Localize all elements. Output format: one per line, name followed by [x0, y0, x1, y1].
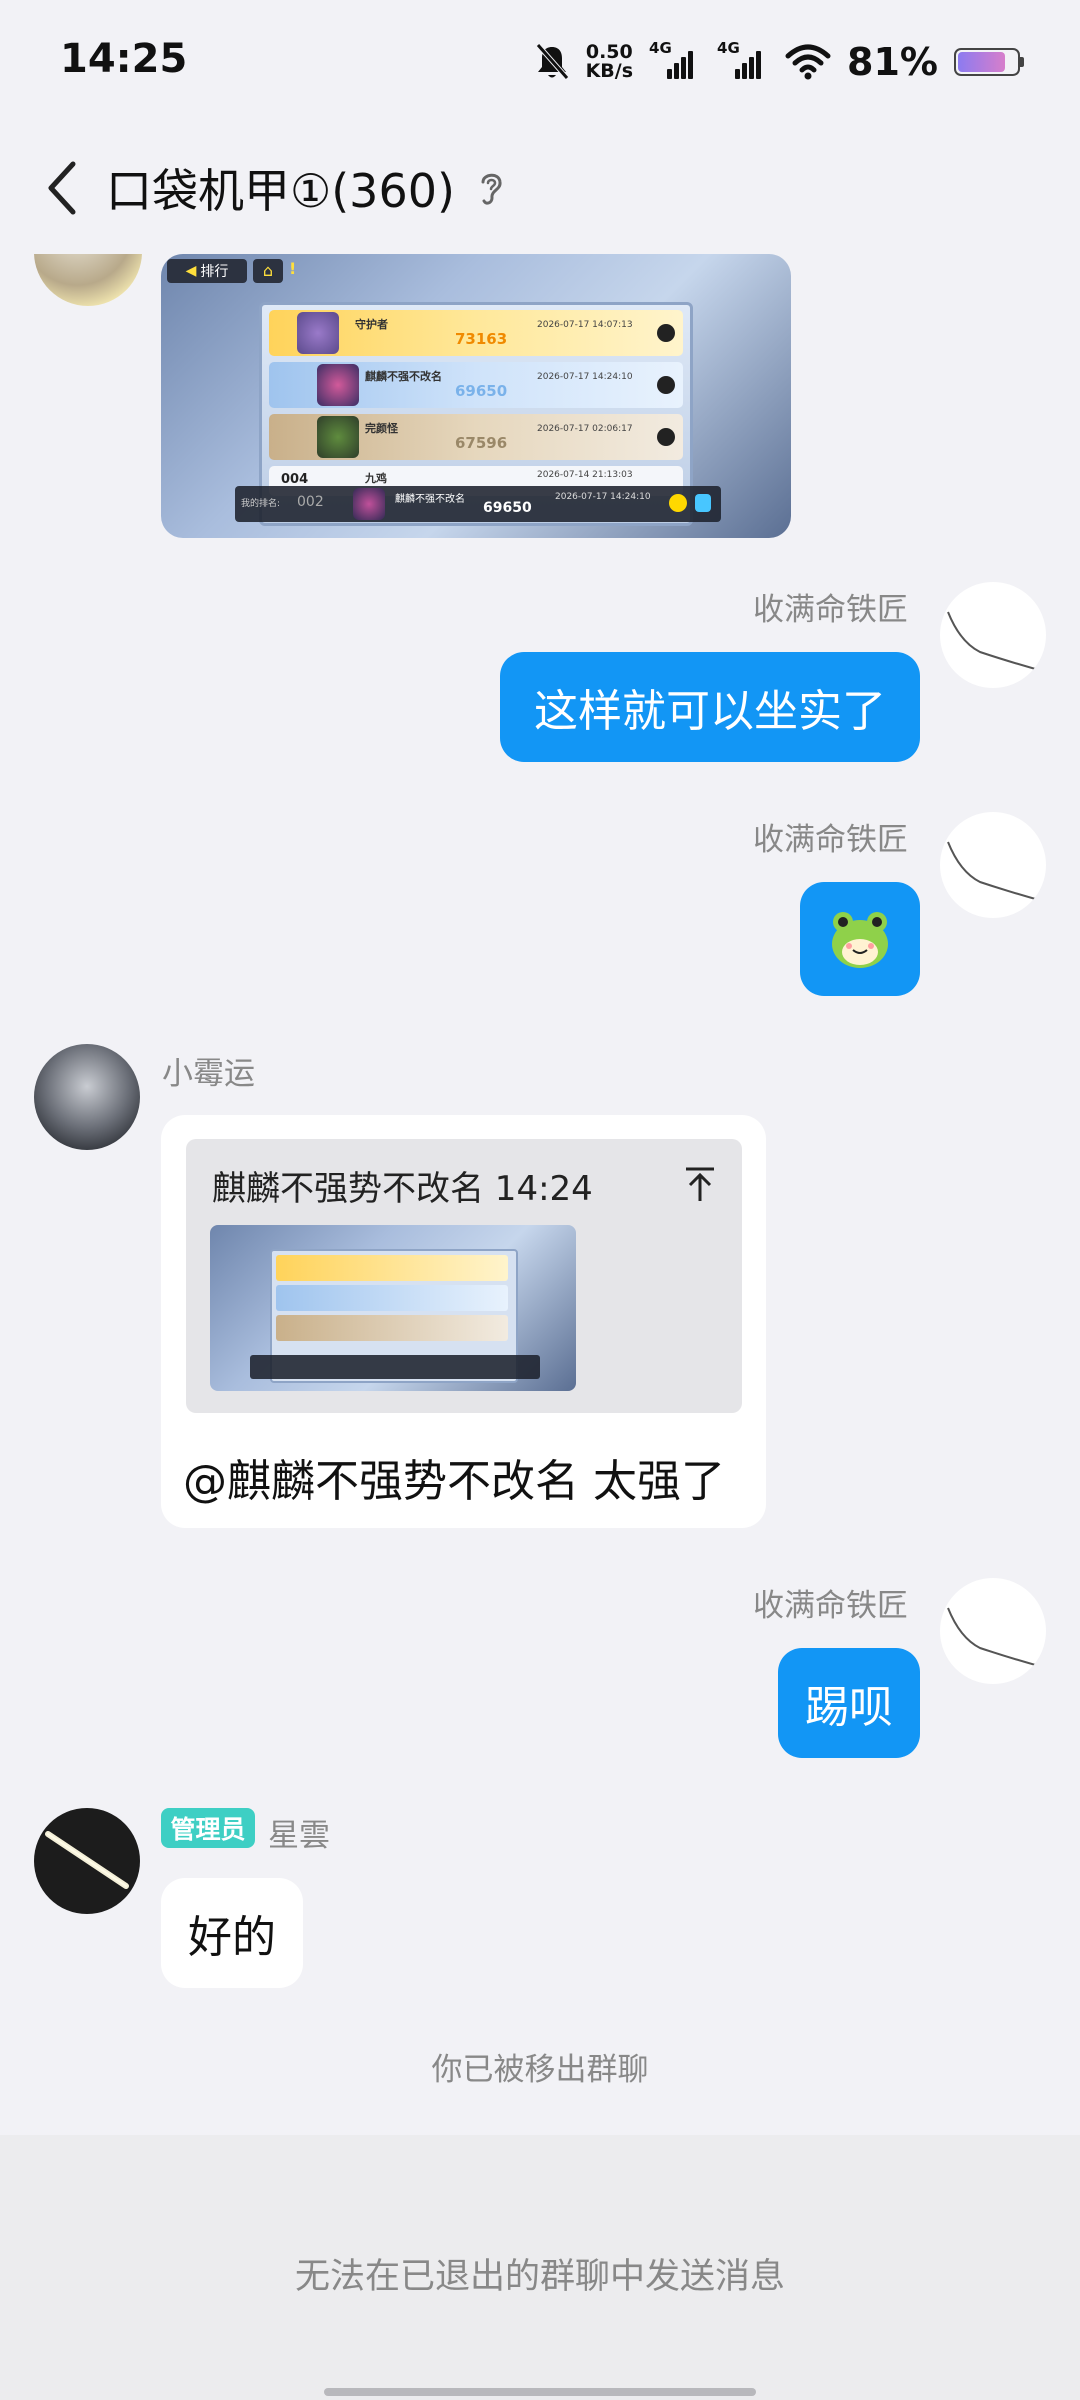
sender-name: 收满命铁匠: [753, 1588, 908, 1624]
sender-name: 收满命铁匠: [753, 822, 908, 858]
scribble-avatar-icon: [947, 1607, 1046, 1669]
quoted-message[interactable]: 麒麟不强势不改名 14:24: [186, 1139, 742, 1413]
game-my-rank-label: 我的排名:: [241, 499, 281, 509]
sticker-bubble[interactable]: [800, 882, 920, 996]
message-bubble[interactable]: 这样就可以坐实了: [500, 652, 920, 762]
game-row-1-name: 守护者: [355, 318, 388, 331]
game-my-rank: 002: [297, 494, 324, 510]
game-my-score: 69650: [483, 500, 532, 516]
net-speed-unit: KB/s: [585, 60, 634, 82]
status-icons: 0.50 KB/s 4G 4G 81%: [534, 39, 1024, 84]
game-my-date: 2026-07-17 14:24:10: [555, 492, 651, 502]
signal-1-label: 4G: [649, 39, 672, 57]
scribble-avatar-icon: [947, 611, 1046, 673]
game-row-3-date: 2026-07-17 02:06:17: [537, 424, 633, 434]
chat-header: 口袋机甲①(360): [0, 128, 1080, 248]
avatar-right[interactable]: [940, 812, 1046, 918]
game-row-4-name: 九鸡: [365, 472, 387, 485]
message-text: 好的: [188, 1912, 276, 1963]
admin-badge: 管理员: [161, 1808, 255, 1848]
signal-2: 4G: [717, 39, 769, 79]
game-alert-icon: !: [289, 259, 297, 278]
game-row-4-rank: 004: [281, 472, 309, 487]
signal-1: 4G: [649, 39, 701, 79]
home-indicator[interactable]: [324, 2388, 756, 2396]
ear-icon: [481, 173, 502, 205]
game-home-icon: ⌂: [253, 259, 283, 283]
game-back-button: ◀ 排行: [167, 259, 247, 283]
scribble-avatar-icon: [947, 841, 1046, 903]
battery-percent: 81%: [847, 40, 938, 84]
sender-name: 星雲: [268, 1818, 330, 1854]
status-bar: 14:25 0.50 KB/s 4G 4G 81%: [0, 0, 1080, 128]
quoted-image[interactable]: [210, 1225, 576, 1391]
wifi-icon: [785, 44, 831, 80]
mute-bell-icon: [535, 43, 569, 80]
chat-title[interactable]: 口袋机甲①(360): [106, 155, 455, 221]
sender-name: 小霉运: [162, 1056, 255, 1092]
game-row-2-score: 69650: [455, 382, 508, 400]
image-message-ranking[interactable]: ◀ 排行 ⌂ ! 守护者 73163 2026-07-17 14:07:13 麒麟…: [161, 254, 791, 538]
frog-sticker-icon: [832, 912, 888, 968]
jump-to-top-icon[interactable]: [682, 1165, 718, 1205]
sword-avatar-icon: [45, 1831, 129, 1889]
game-row-1: 守护者 73163 2026-07-17 14:07:13: [269, 310, 683, 356]
game-my-rank-bar: 我的排名: 002 麒麟不强不改名 69650 2026-07-17 14:24…: [235, 486, 721, 522]
net-speed: 0.50 KB/s: [586, 43, 633, 81]
game-row-2-date: 2026-07-17 14:24:10: [537, 372, 633, 382]
game-row-2: 麒麟不强不改名 69650 2026-07-17 14:24:10: [269, 362, 683, 408]
system-notice: 你已被移出群聊: [431, 2052, 649, 2088]
message-text: @麒麟不强势不改名 太强了: [183, 1456, 725, 1507]
game-back-label: 排行: [200, 264, 229, 280]
game-row-4-date: 2026-07-14 21:13:03: [537, 470, 633, 480]
battery-fill: [958, 52, 1005, 72]
signal-2-label: 4G: [717, 39, 740, 57]
game-row-3-score: 67596: [455, 434, 508, 452]
game-row-2-name: 麒麟不强不改名: [365, 370, 442, 383]
status-time: 14:25: [60, 36, 188, 82]
avatar-left[interactable]: [34, 1044, 140, 1150]
game-row-1-score: 73163: [455, 330, 508, 348]
game-row-1-date: 2026-07-17 14:07:13: [537, 320, 633, 330]
game-row-3-name: 完颜怪: [365, 422, 398, 435]
avatar-left[interactable]: [34, 1808, 140, 1914]
quote-header: 麒麟不强势不改名 14:24: [212, 1169, 593, 1209]
game-row-3: 完颜怪 67596 2026-07-17 02:06:17: [269, 414, 683, 460]
game-my-name: 麒麟不强不改名: [395, 494, 465, 505]
sender-name: 收满命铁匠: [753, 592, 908, 628]
bottom-notice: 无法在已退出的群聊中发送消息: [294, 2257, 785, 2297]
chevron-left-icon: [48, 161, 76, 215]
battery-icon: [954, 48, 1024, 76]
back-button[interactable]: [28, 148, 98, 228]
message-bubble[interactable]: 踢呗: [778, 1648, 920, 1758]
message-bubble[interactable]: 好的: [161, 1878, 303, 1988]
quote-message-bubble[interactable]: 麒麟不强势不改名 14:24 @麒麟不强势不改名 太强了: [161, 1115, 766, 1528]
avatar-right[interactable]: [940, 1578, 1046, 1684]
avatar-right[interactable]: [940, 582, 1046, 688]
